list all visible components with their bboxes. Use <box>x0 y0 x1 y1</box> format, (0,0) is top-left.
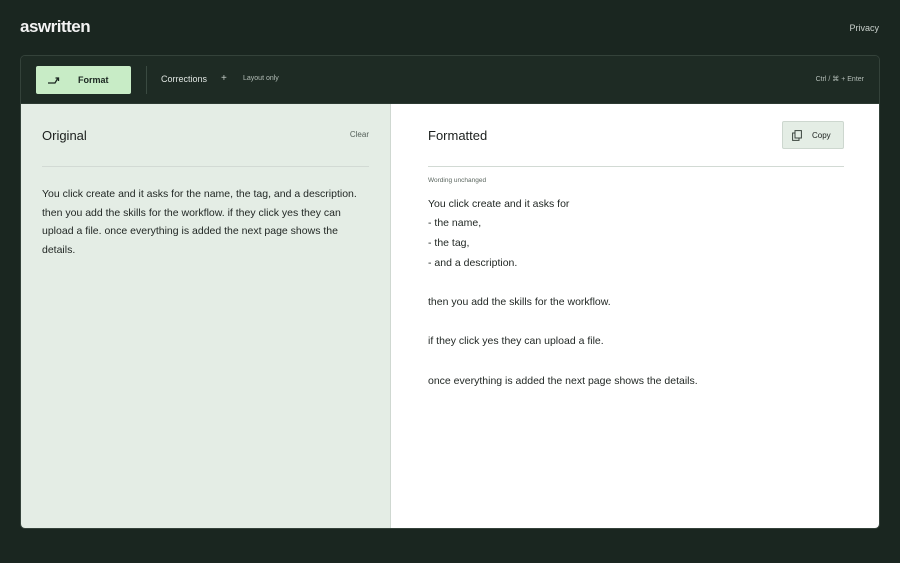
corrections-toggle[interactable]: Corrections <box>161 74 207 84</box>
original-title: Original <box>42 128 87 143</box>
keyboard-shortcut-hint: Ctrl / ⌘ + Enter <box>815 76 864 83</box>
app-logo[interactable]: aswritten <box>20 17 91 37</box>
original-text-input[interactable]: You click create and it asks for the nam… <box>42 185 372 259</box>
plus-icon[interactable]: + <box>221 73 227 84</box>
formatted-line: if they click yes they can upload a file… <box>428 335 604 347</box>
editor-card: Format Corrections + Layout only Ctrl / … <box>20 55 880 529</box>
toolbar-divider <box>146 66 147 94</box>
formatted-line: then you add the skills for the workflow… <box>428 296 611 308</box>
format-button-label: Format <box>78 75 109 85</box>
format-arrow-icon <box>48 77 60 84</box>
copy-button[interactable]: Copy <box>782 121 844 149</box>
formatted-divider <box>428 166 844 167</box>
original-divider <box>42 166 369 167</box>
copy-button-label: Copy <box>812 131 831 140</box>
wording-status: Wording unchanged <box>428 177 487 184</box>
formatted-line: You click create and it asks for <box>428 198 570 210</box>
toolbar: Format Corrections + Layout only Ctrl / … <box>21 56 879 104</box>
formatted-pane: Formatted Copy Wording unchanged You cli… <box>390 104 879 528</box>
formatted-line: - the name, <box>428 217 482 229</box>
formatted-line: once everything is added the next page s… <box>428 375 698 387</box>
layout-only-toggle[interactable]: Layout only <box>243 75 279 82</box>
format-button[interactable]: Format <box>36 66 131 94</box>
formatted-title: Formatted <box>428 128 488 143</box>
clear-button[interactable]: Clear <box>350 130 369 139</box>
formatted-line: - and a description. <box>428 257 518 269</box>
formatted-line: - the tag, <box>428 237 470 249</box>
privacy-link[interactable]: Privacy <box>849 23 879 33</box>
copy-icon <box>792 130 802 141</box>
original-pane: Original Clear You click create and it a… <box>21 104 390 528</box>
